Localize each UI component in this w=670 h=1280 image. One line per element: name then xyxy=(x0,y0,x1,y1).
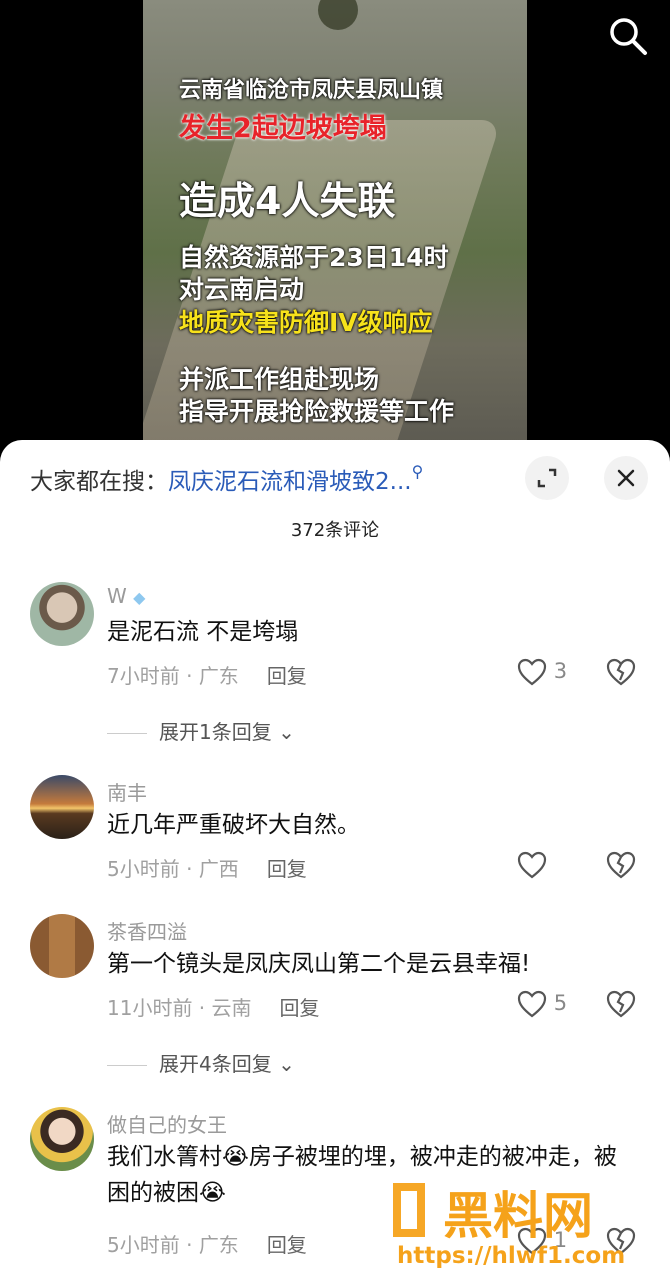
comment-text: 第一个镜头是凤庆凤山第二个是云县幸福! xyxy=(107,951,531,977)
video-caption-line: 指导开展抢险救援等工作 xyxy=(179,397,455,426)
avatar[interactable] xyxy=(30,1107,94,1171)
close-icon xyxy=(617,469,635,487)
comment-meta: 11小时前 · 云南 回复 xyxy=(107,996,320,1020)
comment-text: 是泥石流 不是垮塌 xyxy=(107,619,299,645)
broken-heart-icon[interactable] xyxy=(606,658,636,686)
expand-replies-button[interactable]: 展开1条回复 ⌄ xyxy=(107,716,295,745)
video-caption-line: 发生2起边坡垮塌 xyxy=(179,113,387,144)
search-small-icon: ⚲ xyxy=(411,462,424,481)
video-caption-line: 云南省临沧市凤庆县凤山镇 xyxy=(179,78,444,103)
video-caption-line: 地质灾害防御IV级响应 xyxy=(179,308,433,337)
reply-button[interactable]: 回复 xyxy=(267,857,307,881)
watermark-logo-icon xyxy=(393,1183,425,1237)
comment-meta: 7小时前 · 广东 回复 xyxy=(107,664,307,688)
like-count: 3 xyxy=(553,659,568,683)
watermark-brand: 黑料网 xyxy=(443,1187,593,1245)
heart-icon xyxy=(517,851,547,879)
comment-username[interactable]: 南丰 xyxy=(107,777,147,806)
avatar[interactable] xyxy=(30,914,94,978)
like-count: 5 xyxy=(553,991,568,1015)
comment-meta: 5小时前 · 广东 回复 xyxy=(107,1233,307,1257)
like-button[interactable]: 3 xyxy=(517,658,567,686)
video-caption-line: 对云南启动 xyxy=(179,275,305,304)
comment-username[interactable]: 茶香四溢 xyxy=(107,916,187,945)
comment-meta: 5小时前 · 广西 回复 xyxy=(107,857,307,881)
comment-username[interactable]: 做自己的女王 xyxy=(107,1109,227,1138)
comment-count: 372条评论 xyxy=(290,520,380,541)
hot-search-keyword[interactable]: 凤庆泥石流和滑坡致2... xyxy=(168,469,412,495)
video-frame[interactable]: 云南省临沧市凤庆县凤山镇 发生2起边坡垮塌 造成4人失联 自然资源部于23日14… xyxy=(143,0,527,460)
like-button[interactable] xyxy=(517,851,547,879)
reply-button[interactable]: 回复 xyxy=(280,996,320,1020)
video-caption-line: 自然资源部于23日14时 xyxy=(179,243,449,272)
broken-heart-icon[interactable] xyxy=(606,851,636,879)
watermark-url: https://hlwf1.com xyxy=(397,1243,625,1269)
watermark-logo: 黑料网 https://hlwf1.com xyxy=(393,1183,625,1269)
expand-replies-button[interactable]: 展开4条回复 ⌄ xyxy=(107,1048,295,1077)
comment-text: 近几年严重破坏大自然。 xyxy=(107,812,360,838)
broken-heart-icon[interactable] xyxy=(606,990,636,1018)
reply-button[interactable]: 回复 xyxy=(267,1233,307,1257)
comment-username[interactable]: W ◆ xyxy=(107,584,145,608)
like-button[interactable]: 5 xyxy=(517,990,567,1018)
diamond-badge-icon: ◆ xyxy=(133,588,146,607)
heart-icon xyxy=(517,990,547,1018)
video-caption-line: 并派工作组赴现场 xyxy=(179,365,380,394)
video-branch xyxy=(318,0,358,30)
search-icon[interactable] xyxy=(606,14,650,58)
chevron-down-icon: ⌄ xyxy=(278,1052,295,1076)
comments-sheet: 大家都在搜：凤庆泥石流和滑坡致2...⚲ 372条评论 W ◆ 是泥石流 不是垮… xyxy=(0,440,670,1280)
avatar[interactable] xyxy=(30,582,94,646)
expand-fullscreen-button[interactable] xyxy=(525,456,569,500)
hot-search-label: 大家都在搜： xyxy=(30,469,168,495)
reply-button[interactable]: 回复 xyxy=(267,664,307,688)
avatar[interactable] xyxy=(30,775,94,839)
video-caption-line: 造成4人失联 xyxy=(179,179,396,223)
hot-search-bar[interactable]: 大家都在搜：凤庆泥石流和滑坡致2...⚲ xyxy=(30,462,423,496)
chevron-down-icon: ⌄ xyxy=(278,720,295,744)
heart-icon xyxy=(517,658,547,686)
expand-icon xyxy=(537,468,557,488)
video-player[interactable]: 云南省临沧市凤庆县凤山镇 发生2起边坡垮塌 造成4人失联 自然资源部于23日14… xyxy=(0,0,670,460)
close-button[interactable] xyxy=(604,456,648,500)
